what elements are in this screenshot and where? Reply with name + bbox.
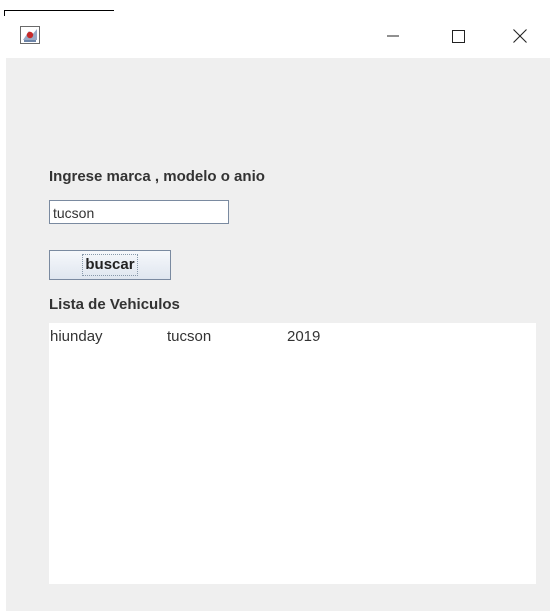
desktop-background [0,0,550,16]
app-window: Ingrese marca , modelo o anio buscar Lis… [6,14,550,611]
maximize-icon [451,29,465,43]
close-icon [513,29,527,43]
vehicle-brand: hiunday [50,328,103,345]
search-button-label: buscar [82,254,138,276]
search-input[interactable] [49,200,229,224]
vehicle-list[interactable]: hiunday tucson 2019 [49,323,536,584]
minimize-button[interactable] [370,14,416,58]
vehicle-model: tucson [167,328,212,345]
list-item[interactable]: hiunday tucson 2019 [49,328,536,346]
search-button[interactable]: buscar [49,250,171,280]
title-bar[interactable] [6,14,550,58]
minimize-icon [387,35,399,37]
maximize-button[interactable] [435,14,481,58]
desktop-fragment [4,10,5,16]
search-label: Ingrese marca , modelo o anio [49,168,265,185]
vehicle-year: 2019 [287,328,321,345]
close-button[interactable] [497,14,543,58]
desktop-fragment [4,10,114,11]
java-app-icon [20,26,40,44]
vehicle-list-label: Lista de Vehiculos [49,296,180,313]
